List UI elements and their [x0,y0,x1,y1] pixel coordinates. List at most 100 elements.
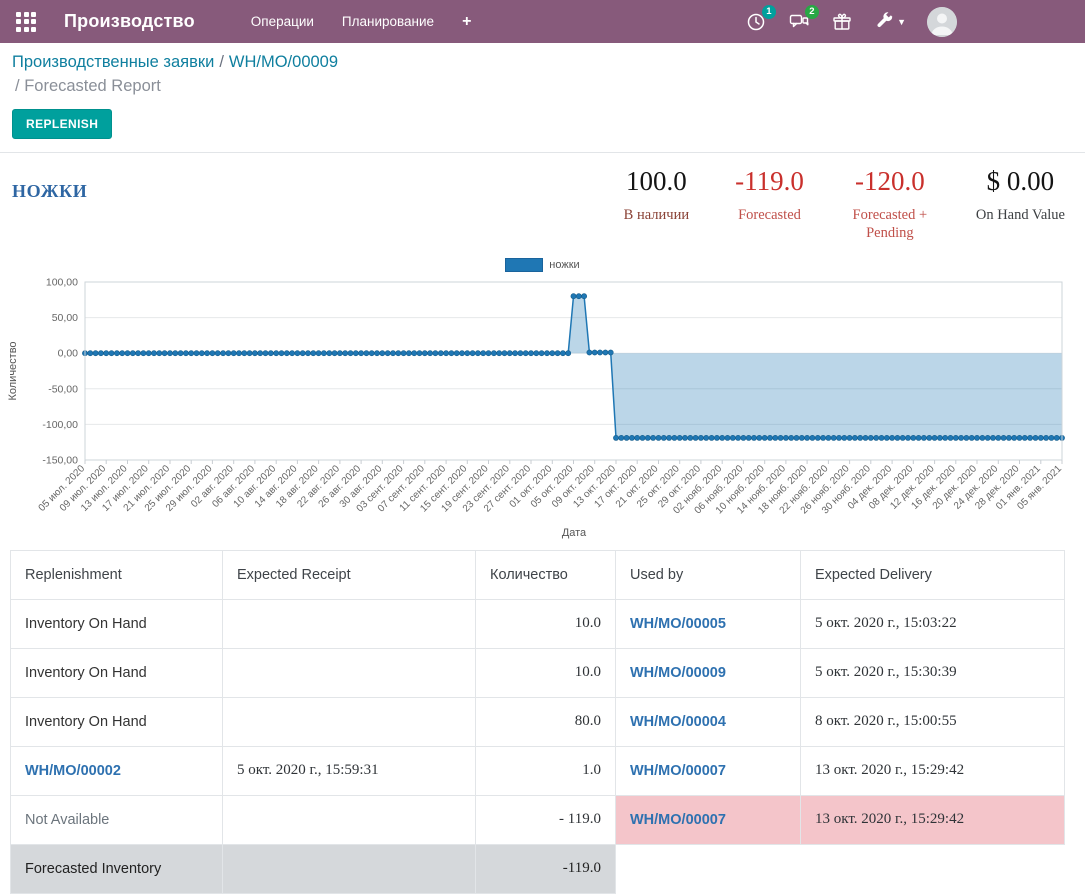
svg-text:-50,00: -50,00 [48,383,78,395]
mo-link[interactable]: WH/MO/00005 [630,616,726,632]
cell-quantity: 10.0 [476,599,616,648]
apps-menu-icon[interactable] [16,12,36,32]
svg-text:100,00: 100,00 [46,276,78,288]
cell-replenishment: Inventory On Hand [11,599,223,648]
table-row: Inventory On Hand 10.0 WH/MO/00009 5 окт… [11,648,1065,697]
table-row: WH/MO/00002 5 окт. 2020 г., 15:59:31 1.0… [11,746,1065,795]
menu-planning[interactable]: Планирование [342,14,434,29]
menu-operations[interactable]: Операции [251,14,314,29]
table-row: Inventory On Hand 10.0 WH/MO/00005 5 окт… [11,599,1065,648]
product-header: НОЖКИ 100.0 В наличии -119.0 Forecasted … [0,153,1085,242]
cell-used-by: WH/MO/00007 [616,795,801,844]
svg-text:0,00: 0,00 [58,348,79,360]
cell-quantity: - 119.0 [476,795,616,844]
stat-on-hand: 100.0 В наличии [624,167,689,242]
cell-expected-receipt: 5 окт. 2020 г., 15:59:31 [223,746,476,795]
table-row: Inventory On Hand 80.0 WH/MO/00004 8 окт… [11,697,1065,746]
stat-forecasted-pending-label: Forecasted + Pending [850,206,930,242]
cell-expected-delivery: 5 окт. 2020 г., 15:03:22 [801,599,1065,648]
replenish-button[interactable]: REPLENISH [12,109,112,139]
cell-expected-receipt [223,795,476,844]
mo-link[interactable]: WH/MO/00004 [630,714,726,730]
mo-link[interactable]: WH/MO/00007 [630,812,726,828]
table-row: Not Available - 119.0 WH/MO/00007 13 окт… [11,795,1065,844]
breadcrumb-active-label: Forecasted Report [24,77,161,95]
cell-empty [223,844,476,893]
tools-menu[interactable]: ▼ [874,10,906,33]
breadcrumb-parent-link[interactable]: Производственные заявки [12,53,214,71]
breadcrumb-separator: / [15,77,20,95]
stat-forecasted-label: Forecasted [735,206,804,224]
chart-legend[interactable]: ножки [0,258,1085,272]
cell-forecasted-inventory-label: Forecasted Inventory [11,844,223,893]
cell-expected-delivery: 8 окт. 2020 г., 15:00:55 [801,697,1065,746]
cell-expected-receipt [223,697,476,746]
table-header-row: Replenishment Expected Receipt Количеств… [11,550,1065,599]
breadcrumb-separator: / [219,53,224,71]
cell-quantity: 10.0 [476,648,616,697]
cell-blank [616,844,801,893]
cell-replenishment: WH/MO/00002 [11,746,223,795]
cell-expected-receipt [223,648,476,697]
svg-text:Дата: Дата [562,527,587,539]
stat-forecasted-pending: -120.0 Forecasted + Pending [850,167,930,242]
activity-clock-icon[interactable]: 1 [745,11,767,33]
messages-icon[interactable]: 2 [788,11,810,33]
cell-quantity: 80.0 [476,697,616,746]
col-header-replenishment: Replenishment [11,550,223,599]
plus-icon[interactable]: + [462,14,471,30]
cell-expected-delivery: 13 окт. 2020 г., 15:29:42 [801,795,1065,844]
cell-expected-delivery: 5 окт. 2020 г., 15:30:39 [801,648,1065,697]
main-menu: Операции Планирование + [251,14,472,30]
user-avatar[interactable] [927,7,957,37]
svg-text:-150,00: -150,00 [42,454,78,466]
stat-on-hand-value-label: On Hand Value [976,206,1065,224]
legend-label: ножки [549,259,579,271]
cell-used-by: WH/MO/00005 [616,599,801,648]
replenishment-table-wrap: Replenishment Expected Receipt Количеств… [10,550,1065,894]
col-header-expected-delivery: Expected Delivery [801,550,1065,599]
svg-text:50,00: 50,00 [52,312,78,324]
col-header-expected-receipt: Expected Receipt [223,550,476,599]
cell-forecasted-inventory-quantity: -119.0 [476,844,616,893]
app-title: Производство [64,11,195,32]
chevron-down-icon: ▼ [897,17,906,27]
systray: 1 2 ▼ [745,0,957,43]
stat-forecasted-pending-value: -120.0 [850,167,930,197]
stat-forecasted-value: -119.0 [735,167,804,197]
stat-forecasted: -119.0 Forecasted [735,167,804,242]
svg-text:Количество: Количество [7,341,19,400]
top-navbar: Производство Операции Планирование + 1 2 [0,0,1085,43]
cell-blank [801,844,1065,893]
replenishment-table: Replenishment Expected Receipt Количеств… [10,550,1065,894]
cell-replenishment: Inventory On Hand [11,648,223,697]
cell-replenishment: Not Available [11,795,223,844]
cell-used-by: WH/MO/00009 [616,648,801,697]
product-title: НОЖКИ [12,181,87,202]
messages-badge: 2 [805,5,819,19]
mo-link[interactable]: WH/MO/00009 [630,665,726,681]
cell-used-by: WH/MO/00007 [616,746,801,795]
legend-swatch [505,258,543,272]
col-header-used-by: Used by [616,550,801,599]
forecast-chart: 100,0050,000,00-50,00-100,00-150,0005 ию… [0,272,1085,544]
stat-on-hand-value-value: $ 0.00 [976,167,1065,197]
cell-expected-delivery: 13 окт. 2020 г., 15:29:42 [801,746,1065,795]
breadcrumb-line1: Производственные заявки / WH/MO/00009 [12,53,1069,72]
cell-used-by: WH/MO/00004 [616,697,801,746]
breadcrumb-active: / Forecasted Report [12,77,1069,96]
mo-link[interactable]: WH/MO/00002 [25,763,121,779]
svg-text:-100,00: -100,00 [42,419,78,431]
stat-on-hand-label: В наличии [624,206,689,224]
mo-link[interactable]: WH/MO/00007 [630,763,726,779]
cell-replenishment: Inventory On Hand [11,697,223,746]
gift-icon[interactable] [831,11,853,33]
stats: 100.0 В наличии -119.0 Forecasted -120.0… [624,167,1065,242]
cell-expected-receipt [223,599,476,648]
activity-badge: 1 [762,5,776,19]
breadcrumb-current-link[interactable]: WH/MO/00009 [229,53,338,71]
wrench-icon [874,10,894,33]
breadcrumb: Производственные заявки / WH/MO/00009 / Fo… [0,43,1085,96]
cell-quantity: 1.0 [476,746,616,795]
stat-on-hand-value: 100.0 [624,167,689,197]
